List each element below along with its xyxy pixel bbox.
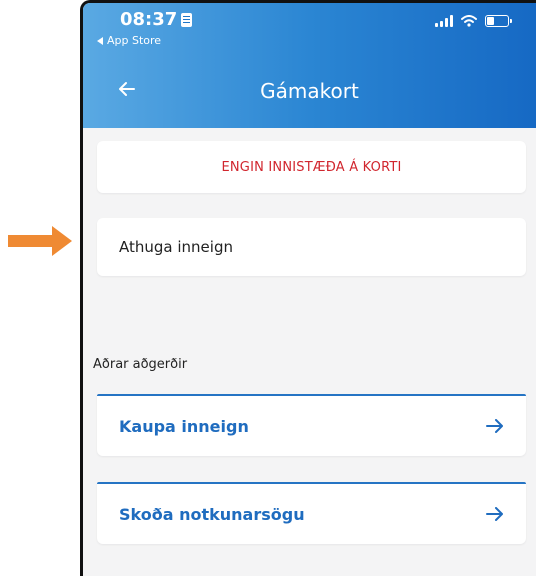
status-indicators	[435, 15, 512, 27]
view-usage-history-button[interactable]: Skoða notkunarsögu	[97, 482, 526, 544]
buy-credit-label: Kaupa inneign	[119, 416, 249, 436]
balance-card: ENGIN INNISTÆÐA Á KORTI	[97, 141, 526, 193]
arrow-right-icon	[486, 507, 503, 521]
arrow-right-icon	[486, 419, 503, 433]
wifi-icon	[461, 15, 477, 27]
app-header: 08:37 App Store Gámakort	[83, 3, 536, 128]
back-to-app-store[interactable]: App Store	[97, 34, 161, 47]
phone-screen: 08:37 App Store Gámakort ENGIN INNISTÆÐA…	[80, 0, 536, 576]
status-time: 08:37	[120, 9, 193, 30]
buy-credit-button[interactable]: Kaupa inneign	[97, 394, 526, 456]
check-balance-label: Athuga inneign	[119, 238, 233, 256]
balance-status: ENGIN INNISTÆÐA Á KORTI	[221, 159, 402, 175]
back-to-app-label: App Store	[107, 34, 162, 47]
cellular-signal-icon	[435, 15, 453, 27]
annotation-arrow-icon	[8, 226, 72, 256]
back-triangle-icon	[97, 36, 103, 45]
view-usage-history-label: Skoða notkunarsögu	[119, 504, 305, 524]
other-actions-heading: Aðrar aðgerðir	[93, 357, 188, 372]
check-balance-button[interactable]: Athuga inneign	[97, 218, 526, 276]
battery-icon	[485, 15, 512, 27]
page-title: Gámakort	[260, 79, 359, 103]
clock-text: 08:37	[120, 9, 178, 30]
contact-card-icon	[181, 12, 193, 27]
